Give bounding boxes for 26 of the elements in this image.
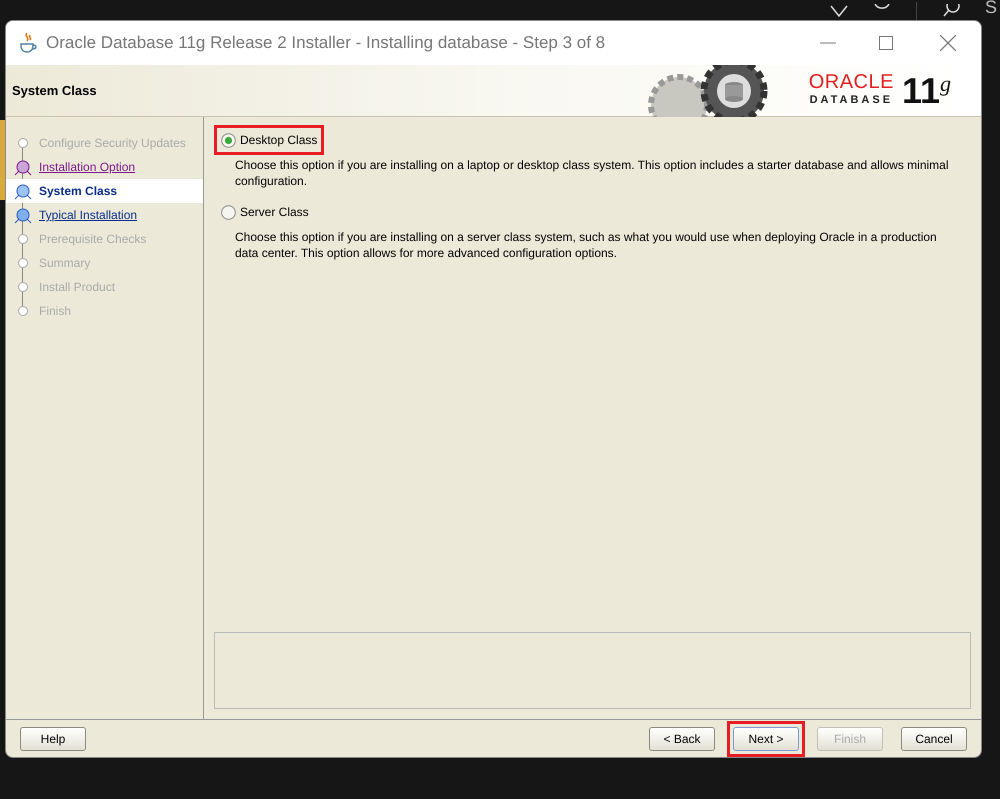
step-label: Install Product: [39, 279, 116, 296]
dialog-button[interactable]: < Back: [649, 726, 715, 750]
step-label: Finish: [39, 303, 72, 320]
step-label[interactable]: Typical Installation: [39, 206, 138, 224]
option-description: Choose this option if you are installing on a server class system, such as what you would use when deploying Oracle in a production data center. This option allows for more advanced configuration options.: [235, 229, 938, 261]
radio-button[interactable]: [221, 132, 236, 148]
radio-label[interactable]: Server Class: [240, 203, 309, 221]
page-title: System Class: [12, 82, 97, 100]
maximize-icon: [879, 36, 893, 50]
java-cup-icon: [18, 32, 38, 54]
window-title: Oracle Database 11g Release 2 Installer - Installing database - Step 3 of 8: [46, 32, 606, 54]
step-label: Prerequisite Checks: [39, 231, 146, 248]
radio-label[interactable]: Desktop Class: [240, 131, 318, 149]
step-label[interactable]: Installation Option: [39, 158, 136, 176]
backdrop-text: S: [985, 0, 998, 19]
option-description: Choose this option if you are installing on a laptop or desktop class system. This option includes a starter database and allows minimal configuration.: [235, 157, 950, 189]
step-label: Summary: [39, 255, 90, 272]
dialog-button[interactable]: Next >: [733, 726, 799, 750]
step-label: Configure Security Updates: [39, 135, 186, 152]
dialog-button[interactable]: Help: [20, 726, 86, 750]
minimize-icon: [820, 42, 836, 44]
step-label: System Class: [39, 183, 118, 200]
radio-button[interactable]: [221, 204, 236, 220]
close-icon: [940, 35, 956, 51]
search-icon[interactable]: [941, 4, 961, 18]
dialog-button[interactable]: Cancel: [901, 726, 967, 750]
